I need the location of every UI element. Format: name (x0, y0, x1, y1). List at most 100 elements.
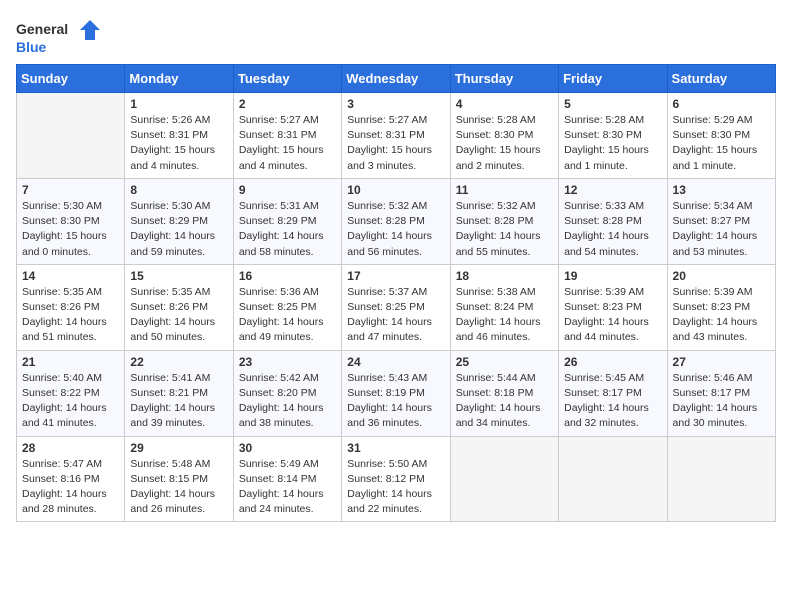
day-number: 30 (239, 441, 336, 455)
day-number: 12 (564, 183, 661, 197)
calendar-cell: 3 Sunrise: 5:27 AMSunset: 8:31 PMDaylight… (342, 93, 450, 179)
svg-text:General: General (16, 21, 68, 37)
calendar-cell (17, 93, 125, 179)
page-header: General Blue (16, 16, 776, 56)
cell-content: Sunrise: 5:27 AMSunset: 8:31 PMDaylight:… (347, 113, 444, 174)
day-number: 9 (239, 183, 336, 197)
day-number: 26 (564, 355, 661, 369)
cell-content: Sunrise: 5:38 AMSunset: 8:24 PMDaylight:… (456, 285, 553, 346)
day-number: 14 (22, 269, 119, 283)
calendar-table: SundayMondayTuesdayWednesdayThursdayFrid… (16, 64, 776, 522)
day-number: 28 (22, 441, 119, 455)
calendar-cell: 2 Sunrise: 5:27 AMSunset: 8:31 PMDaylight… (233, 93, 341, 179)
calendar-cell: 20 Sunrise: 5:39 AMSunset: 8:23 PMDayligh… (667, 264, 775, 350)
cell-content: Sunrise: 5:28 AMSunset: 8:30 PMDaylight:… (564, 113, 661, 174)
day-number: 13 (673, 183, 770, 197)
day-number: 2 (239, 97, 336, 111)
day-header-sunday: Sunday (17, 65, 125, 93)
week-row-2: 7 Sunrise: 5:30 AMSunset: 8:30 PMDaylight… (17, 178, 776, 264)
calendar-cell: 9 Sunrise: 5:31 AMSunset: 8:29 PMDaylight… (233, 178, 341, 264)
cell-content: Sunrise: 5:35 AMSunset: 8:26 PMDaylight:… (130, 285, 227, 346)
calendar-cell: 10 Sunrise: 5:32 AMSunset: 8:28 PMDayligh… (342, 178, 450, 264)
cell-content: Sunrise: 5:27 AMSunset: 8:31 PMDaylight:… (239, 113, 336, 174)
calendar-cell: 11 Sunrise: 5:32 AMSunset: 8:28 PMDayligh… (450, 178, 558, 264)
calendar-cell: 5 Sunrise: 5:28 AMSunset: 8:30 PMDaylight… (559, 93, 667, 179)
svg-text:Blue: Blue (16, 39, 47, 55)
days-header-row: SundayMondayTuesdayWednesdayThursdayFrid… (17, 65, 776, 93)
day-number: 19 (564, 269, 661, 283)
calendar-cell: 19 Sunrise: 5:39 AMSunset: 8:23 PMDayligh… (559, 264, 667, 350)
cell-content: Sunrise: 5:26 AMSunset: 8:31 PMDaylight:… (130, 113, 227, 174)
cell-content: Sunrise: 5:36 AMSunset: 8:25 PMDaylight:… (239, 285, 336, 346)
cell-content: Sunrise: 5:49 AMSunset: 8:14 PMDaylight:… (239, 457, 336, 518)
cell-content: Sunrise: 5:41 AMSunset: 8:21 PMDaylight:… (130, 371, 227, 432)
week-row-4: 21Sunrise: 5:40 AMSunset: 8:22 PMDayligh… (17, 350, 776, 436)
logo-icon: General Blue (16, 16, 106, 56)
calendar-cell: 4 Sunrise: 5:28 AMSunset: 8:30 PMDaylight… (450, 93, 558, 179)
calendar-cell (559, 436, 667, 522)
cell-content: Sunrise: 5:30 AMSunset: 8:30 PMDaylight:… (22, 199, 119, 260)
calendar-body: 1Sunrise: 5:26 AMSunset: 8:31 PMDaylight… (17, 93, 776, 522)
calendar-cell: 13 Sunrise: 5:34 AMSunset: 8:27 PMDayligh… (667, 178, 775, 264)
cell-content: Sunrise: 5:48 AMSunset: 8:15 PMDaylight:… (130, 457, 227, 518)
day-number: 20 (673, 269, 770, 283)
cell-content: Sunrise: 5:40 AMSunset: 8:22 PMDaylight:… (22, 371, 119, 432)
week-row-3: 14 Sunrise: 5:35 AMSunset: 8:26 PMDayligh… (17, 264, 776, 350)
cell-content: Sunrise: 5:33 AMSunset: 8:28 PMDaylight:… (564, 199, 661, 260)
cell-content: Sunrise: 5:42 AMSunset: 8:20 PMDaylight:… (239, 371, 336, 432)
day-number: 16 (239, 269, 336, 283)
calendar-cell: 28 Sunrise: 5:47 AMSunset: 8:16 PMDayligh… (17, 436, 125, 522)
cell-content: Sunrise: 5:28 AMSunset: 8:30 PMDaylight:… (456, 113, 553, 174)
logo: General Blue (16, 16, 106, 56)
cell-content: Sunrise: 5:50 AMSunset: 8:12 PMDaylight:… (347, 457, 444, 518)
day-number: 24 (347, 355, 444, 369)
cell-content: Sunrise: 5:39 AMSunset: 8:23 PMDaylight:… (564, 285, 661, 346)
cell-content: Sunrise: 5:31 AMSunset: 8:29 PMDaylight:… (239, 199, 336, 260)
cell-content: Sunrise: 5:43 AMSunset: 8:19 PMDaylight:… (347, 371, 444, 432)
cell-content: Sunrise: 5:30 AMSunset: 8:29 PMDaylight:… (130, 199, 227, 260)
calendar-cell: 6Sunrise: 5:29 AMSunset: 8:30 PMDaylight… (667, 93, 775, 179)
day-number: 4 (456, 97, 553, 111)
cell-content: Sunrise: 5:32 AMSunset: 8:28 PMDaylight:… (347, 199, 444, 260)
calendar-cell (450, 436, 558, 522)
calendar-cell: 14Sunrise: 5:35 AMSunset: 8:26 PMDayligh… (17, 264, 125, 350)
calendar-cell: 31Sunrise: 5:50 AMSunset: 8:12 PMDayligh… (342, 436, 450, 522)
day-number: 10 (347, 183, 444, 197)
day-number: 27 (673, 355, 770, 369)
day-number: 6 (673, 97, 770, 111)
calendar-cell: 26Sunrise: 5:45 AMSunset: 8:17 PMDayligh… (559, 350, 667, 436)
calendar-cell: 18 Sunrise: 5:38 AMSunset: 8:24 PMDayligh… (450, 264, 558, 350)
day-number: 7 (22, 183, 119, 197)
day-number: 3 (347, 97, 444, 111)
calendar-cell: 12 Sunrise: 5:33 AMSunset: 8:28 PMDayligh… (559, 178, 667, 264)
day-number: 29 (130, 441, 227, 455)
day-header-monday: Monday (125, 65, 233, 93)
cell-content: Sunrise: 5:32 AMSunset: 8:28 PMDaylight:… (456, 199, 553, 260)
calendar-cell: 1Sunrise: 5:26 AMSunset: 8:31 PMDaylight… (125, 93, 233, 179)
day-header-saturday: Saturday (667, 65, 775, 93)
day-number: 22 (130, 355, 227, 369)
cell-content: Sunrise: 5:47 AMSunset: 8:16 PMDaylight:… (22, 457, 119, 518)
calendar-cell: 24 Sunrise: 5:43 AMSunset: 8:19 PMDayligh… (342, 350, 450, 436)
cell-content: Sunrise: 5:39 AMSunset: 8:23 PMDaylight:… (673, 285, 770, 346)
cell-content: Sunrise: 5:37 AMSunset: 8:25 PMDaylight:… (347, 285, 444, 346)
calendar-cell: 30 Sunrise: 5:49 AMSunset: 8:14 PMDayligh… (233, 436, 341, 522)
cell-content: Sunrise: 5:34 AMSunset: 8:27 PMDaylight:… (673, 199, 770, 260)
day-header-friday: Friday (559, 65, 667, 93)
cell-content: Sunrise: 5:46 AMSunset: 8:17 PMDaylight:… (673, 371, 770, 432)
calendar-cell (667, 436, 775, 522)
day-number: 5 (564, 97, 661, 111)
day-number: 18 (456, 269, 553, 283)
day-number: 17 (347, 269, 444, 283)
day-number: 23 (239, 355, 336, 369)
calendar-cell: 15Sunrise: 5:35 AMSunset: 8:26 PMDayligh… (125, 264, 233, 350)
calendar-cell: 16 Sunrise: 5:36 AMSunset: 8:25 PMDayligh… (233, 264, 341, 350)
cell-content: Sunrise: 5:44 AMSunset: 8:18 PMDaylight:… (456, 371, 553, 432)
calendar-cell: 25Sunrise: 5:44 AMSunset: 8:18 PMDayligh… (450, 350, 558, 436)
calendar-cell: 29 Sunrise: 5:48 AMSunset: 8:15 PMDayligh… (125, 436, 233, 522)
day-number: 11 (456, 183, 553, 197)
week-row-1: 1Sunrise: 5:26 AMSunset: 8:31 PMDaylight… (17, 93, 776, 179)
calendar-cell: 27 Sunrise: 5:46 AMSunset: 8:17 PMDayligh… (667, 350, 775, 436)
week-row-5: 28 Sunrise: 5:47 AMSunset: 8:16 PMDayligh… (17, 436, 776, 522)
day-header-wednesday: Wednesday (342, 65, 450, 93)
